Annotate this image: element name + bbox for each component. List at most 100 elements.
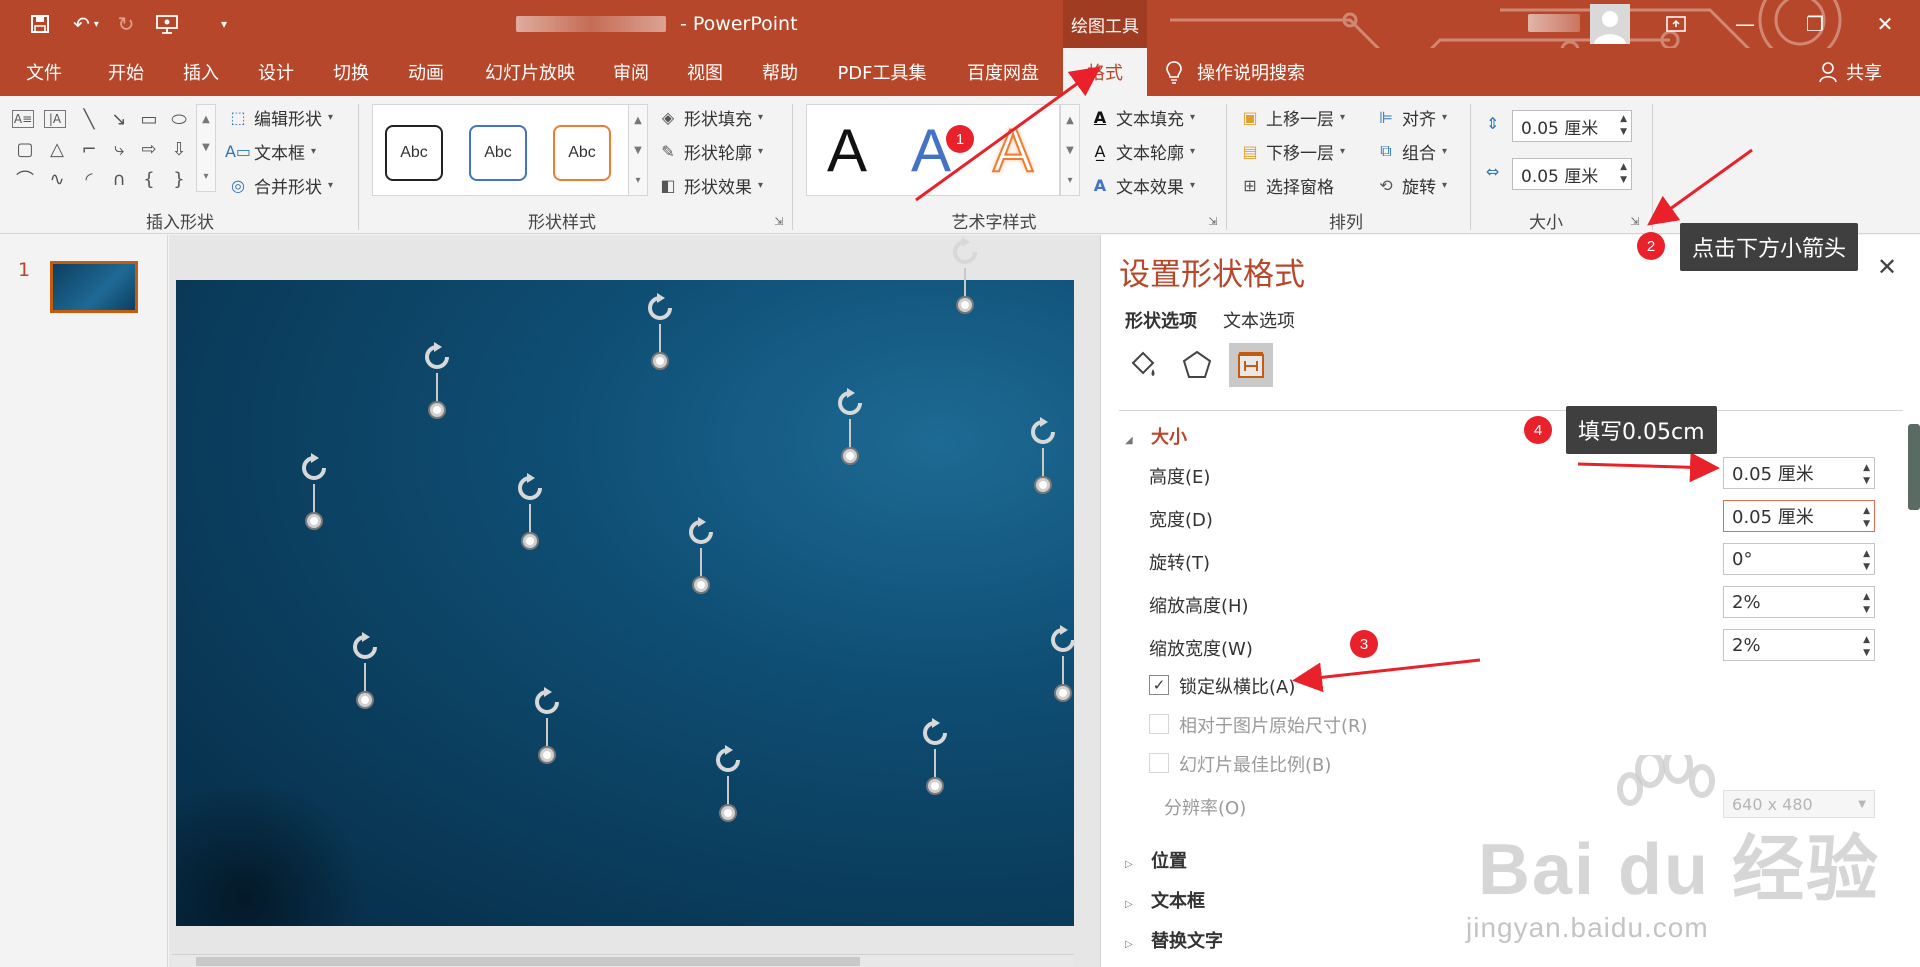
tab-design[interactable]: 设计 <box>246 48 306 96</box>
group-button[interactable]: ⧉ 组合 ▾ <box>1374 138 1447 164</box>
tab-baidu-netdisk[interactable]: 百度网盘 <box>958 48 1048 96</box>
shape-styles-dialog-launcher-icon[interactable]: ⇲ <box>772 214 786 228</box>
down-arrow-shape-icon[interactable]: ⇩ <box>166 136 192 162</box>
scale-height-input[interactable]: 2% ▲ ▼ <box>1723 586 1875 618</box>
rounded-rect-shape-icon[interactable]: ▢ <box>12 136 38 162</box>
present-icon[interactable] <box>150 10 184 38</box>
section-size[interactable]: ◢ 大小 <box>1125 423 1187 449</box>
rotation-handle-icon[interactable] <box>711 743 745 777</box>
size-properties-icon[interactable] <box>1229 343 1273 387</box>
scale-width-spinner[interactable]: ▲ ▼ <box>1863 634 1870 660</box>
ribbon-display-options-icon[interactable] <box>1653 6 1699 42</box>
arrow-line-shape-icon[interactable]: ↘ <box>106 106 132 132</box>
shapes-gallery[interactable]: A≡ |A ╲ ↘ ▭ ⬭ ▢ △ ⌐ ⤷ ⇨ ⇩ ⌒ ∿ ◜ ∩ { } <box>10 104 208 192</box>
shape-height-field[interactable]: 0.05 厘米 ▲ ▼ <box>1512 110 1632 142</box>
effects-pentagon-icon[interactable] <box>1175 343 1219 387</box>
redo-icon[interactable]: ↻ <box>112 10 140 38</box>
shape-selection-handle[interactable] <box>428 401 446 419</box>
rotation-handle-icon[interactable] <box>948 235 982 269</box>
send-backward-button[interactable]: ▤ 下移一层 ▾ <box>1238 138 1345 164</box>
wordart-dialog-launcher-icon[interactable]: ⇲ <box>1206 214 1220 228</box>
shape-fill-button[interactable]: ◈ 形状填充 ▾ <box>656 104 763 130</box>
share-button[interactable]: 共享 <box>1818 48 1882 96</box>
width-input-spinner[interactable]: ▲ ▼ <box>1863 505 1870 531</box>
tab-slideshow[interactable]: 幻灯片放映 <box>478 48 582 96</box>
rotation-input[interactable]: 0° ▲ ▼ <box>1723 543 1875 575</box>
rotation-handle-icon[interactable] <box>1046 623 1080 657</box>
tab-shape-options[interactable]: 形状选项 <box>1125 307 1197 333</box>
save-icon[interactable] <box>26 10 54 38</box>
shape-selection-handle[interactable] <box>356 691 374 709</box>
fill-line-icon[interactable] <box>1121 343 1165 387</box>
shape-selection-handle[interactable] <box>538 746 556 764</box>
shape-styles-scroll[interactable]: ▲ ▼ ▾ <box>628 104 648 196</box>
wordart-style-orange[interactable]: A <box>992 111 1034 191</box>
customize-icon[interactable]: ▾ <box>214 10 234 38</box>
elbow-connector-shape-icon[interactable]: ⌐ <box>76 136 102 162</box>
tab-file[interactable]: 文件 <box>14 48 74 96</box>
rotate-button[interactable]: ⟲ 旋转 ▾ <box>1374 172 1447 198</box>
scribble-shape-icon[interactable]: ∿ <box>44 166 70 192</box>
tab-review[interactable]: 审阅 <box>601 48 661 96</box>
align-button[interactable]: ⊫ 对齐 ▾ <box>1374 104 1447 130</box>
tab-text-options[interactable]: 文本选项 <box>1223 307 1295 333</box>
tell-me-search[interactable]: 操作说明搜索 <box>1165 48 1305 96</box>
minimize-icon[interactable]: — <box>1722 6 1768 42</box>
shape-styles-gallery[interactable]: Abc Abc Abc <box>372 104 648 196</box>
horizontal-scrollbar[interactable] <box>172 954 1074 967</box>
restore-icon[interactable]: ❐ <box>1792 6 1838 42</box>
height-input-spinner[interactable]: ▲ ▼ <box>1863 462 1870 488</box>
rotation-handle-icon[interactable] <box>420 340 454 374</box>
section-position[interactable]: ▷ 位置 <box>1125 847 1187 873</box>
wordart-gallery[interactable]: A A A <box>806 104 1060 196</box>
scrollbar-thumb[interactable] <box>196 957 860 966</box>
freeform-shape-icon[interactable]: ⌒ <box>12 166 38 192</box>
text-effects-button[interactable]: A 文本效果 ▾ <box>1088 172 1195 198</box>
rotation-handle-icon[interactable] <box>684 515 718 549</box>
close-icon[interactable]: ✕ <box>1862 6 1908 42</box>
height-spinner[interactable]: ▲ ▼ <box>1620 113 1627 139</box>
shape-effects-button[interactable]: ◧ 形状效果 ▾ <box>656 172 763 198</box>
relative-original-checkbox[interactable] <box>1149 714 1169 734</box>
right-arrow-shape-icon[interactable]: ⇨ <box>136 136 162 162</box>
rotation-input-spinner[interactable]: ▲ ▼ <box>1863 548 1870 574</box>
lock-aspect-checkbox[interactable]: ✓ <box>1149 675 1169 695</box>
rotation-handle-icon[interactable] <box>918 716 952 750</box>
shape-style-preset[interactable]: Abc <box>385 125 443 181</box>
shape-selection-handle[interactable] <box>956 296 974 314</box>
tab-help[interactable]: 帮助 <box>750 48 810 96</box>
shape-selection-handle[interactable] <box>926 777 944 795</box>
shape-outline-button[interactable]: ✎ 形状轮廓 ▾ <box>656 138 763 164</box>
left-brace-shape-icon[interactable]: { <box>136 166 162 192</box>
shape-selection-handle[interactable] <box>521 532 539 550</box>
rotation-handle-icon[interactable] <box>348 630 382 664</box>
selection-pane-button[interactable]: ⊞ 选择窗格 <box>1238 172 1334 198</box>
shape-style-preset[interactable]: Abc <box>553 125 611 181</box>
tab-transitions[interactable]: 切换 <box>321 48 381 96</box>
slide-thumbnail[interactable] <box>50 261 138 313</box>
slide-canvas[interactable] <box>176 280 1074 926</box>
wordart-scroll[interactable]: ▲ ▼ ▾ <box>1060 104 1080 196</box>
rotation-handle-icon[interactable] <box>297 451 331 485</box>
edit-shape-button[interactable]: ⬚ 编辑形状 ▾ <box>226 104 333 130</box>
shape-selection-handle[interactable] <box>692 576 710 594</box>
rectangle-shape-icon[interactable]: ▭ <box>136 106 162 132</box>
shape-selection-handle[interactable] <box>651 352 669 370</box>
rotation-handle-icon[interactable] <box>530 685 564 719</box>
best-scale-checkbox[interactable] <box>1149 753 1169 773</box>
shape-width-field[interactable]: 0.05 厘米 ▲ ▼ <box>1512 158 1632 190</box>
line-shape-icon[interactable]: ╲ <box>76 106 102 132</box>
tab-format[interactable]: 格式 <box>1063 48 1147 96</box>
text-outline-button[interactable]: A̲ 文本轮廓 ▾ <box>1088 138 1196 164</box>
width-input[interactable]: 0.05 厘米 ▲ ▼ <box>1723 500 1875 532</box>
right-brace-shape-icon[interactable]: } <box>166 166 192 192</box>
tab-view[interactable]: 视图 <box>675 48 735 96</box>
scale-width-input[interactable]: 2% ▲ ▼ <box>1723 629 1875 661</box>
scale-height-spinner[interactable]: ▲ ▼ <box>1863 591 1870 617</box>
pane-close-icon[interactable]: ✕ <box>1877 253 1897 281</box>
rotation-handle-icon[interactable] <box>833 386 867 420</box>
tab-insert[interactable]: 插入 <box>171 48 231 96</box>
section-textbox[interactable]: ▷ 文本框 <box>1125 887 1205 913</box>
rotation-handle-icon[interactable] <box>513 471 547 505</box>
rotation-handle-icon[interactable] <box>1026 415 1060 449</box>
